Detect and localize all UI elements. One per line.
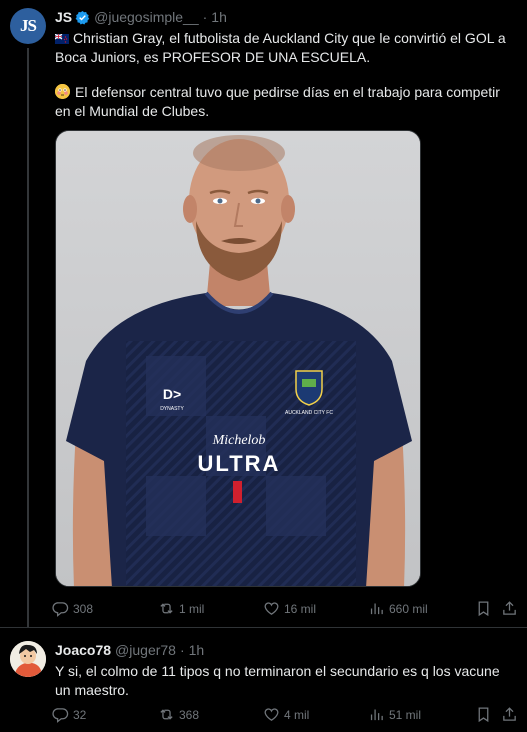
bookmark-button[interactable] (475, 600, 492, 617)
share-icon (503, 601, 516, 615)
bookmark-button[interactable] (475, 706, 492, 723)
reply-header: Joaco78 @juger78 · 1h (55, 642, 204, 658)
reply-actions: 32 368 4 mil 51 mil (52, 706, 522, 726)
repost-button[interactable]: 368 (158, 706, 199, 723)
reply-count: 308 (73, 601, 94, 616)
flushed-face-emoji-icon (55, 84, 70, 99)
share-button[interactable] (501, 600, 518, 617)
reply-author-handle[interactable]: @juger78 (115, 642, 176, 658)
separator: · (179, 642, 185, 658)
tweet-photo[interactable]: Michelob ULTRA D> DYNASTY AUCKLAND CITY … (55, 130, 421, 587)
like-count: 16 mil (284, 601, 317, 616)
svg-text:AUCKLAND CITY FC: AUCKLAND CITY FC (285, 410, 333, 416)
avatar-text: JS (20, 16, 37, 35)
tweet-actions: 308 1 mil 16 mil 660 mil (52, 600, 522, 620)
reply-author-name[interactable]: Joaco78 (55, 642, 111, 658)
reply-timestamp[interactable]: 1h (189, 642, 205, 658)
svg-text:DYNASTY: DYNASTY (160, 406, 184, 412)
reply-icon (52, 708, 69, 723)
reply-count: 32 (73, 707, 87, 722)
sponsor-small-text: Michelob (212, 433, 266, 448)
reply-author-avatar[interactable] (10, 641, 46, 677)
views-chart-icon (370, 603, 383, 615)
like-button[interactable]: 4 mil (263, 706, 309, 723)
author-name[interactable]: JS (55, 9, 72, 25)
main-tweet[interactable]: JS JS @juegosimple__ · 1h Christian Gray… (0, 0, 527, 627)
views-chart-icon (370, 709, 383, 721)
reply-button[interactable]: 32 (52, 706, 86, 723)
bookmark-icon (478, 601, 489, 617)
kit-brand-logo: D> (163, 386, 181, 402)
author-avatar[interactable]: JS (10, 8, 46, 44)
tweet-header: JS @juegosimple__ · 1h (55, 9, 227, 25)
tweet-text-paragraph-1: Christian Gray, el futbolista de Aucklan… (55, 29, 517, 67)
sponsor-main-text: ULTRA (198, 451, 281, 476)
views-button[interactable]: 51 mil (368, 706, 421, 723)
thread-line (27, 48, 29, 627)
verified-badge-icon (75, 10, 90, 24)
tweet-text-line-2: El defensor central tuvo que pedirse día… (55, 84, 500, 119)
repost-count: 1 mil (179, 601, 205, 616)
tweet-text-paragraph-2: El defensor central tuvo que pedirse día… (55, 82, 517, 121)
share-button[interactable] (501, 706, 518, 723)
tweet-text-line-1: Christian Gray, el futbolista de Aucklan… (55, 30, 506, 65)
heart-icon (264, 708, 279, 721)
author-handle[interactable]: @juegosimple__ (94, 9, 199, 25)
repost-button[interactable]: 1 mil (158, 600, 204, 617)
separator: · (202, 9, 208, 25)
bookmark-icon (478, 707, 489, 723)
share-icon (503, 707, 516, 721)
player-portrait-image: Michelob ULTRA D> DYNASTY AUCKLAND CITY … (56, 131, 420, 586)
repost-count: 368 (179, 707, 200, 722)
timestamp[interactable]: 1h (211, 9, 227, 25)
like-count: 4 mil (284, 707, 310, 722)
like-button[interactable]: 16 mil (263, 600, 316, 617)
repost-icon (160, 603, 173, 614)
reply-text: Y si, el colmo de 11 tipos q no terminar… (55, 663, 500, 698)
reply-button[interactable]: 308 (52, 600, 93, 617)
views-count: 51 mil (389, 707, 422, 722)
views-button[interactable]: 660 mil (368, 600, 428, 617)
heart-icon (264, 602, 279, 615)
new-zealand-flag-icon (55, 34, 69, 44)
reply-icon (52, 602, 69, 617)
views-count: 660 mil (389, 601, 428, 616)
repost-icon (160, 709, 173, 720)
